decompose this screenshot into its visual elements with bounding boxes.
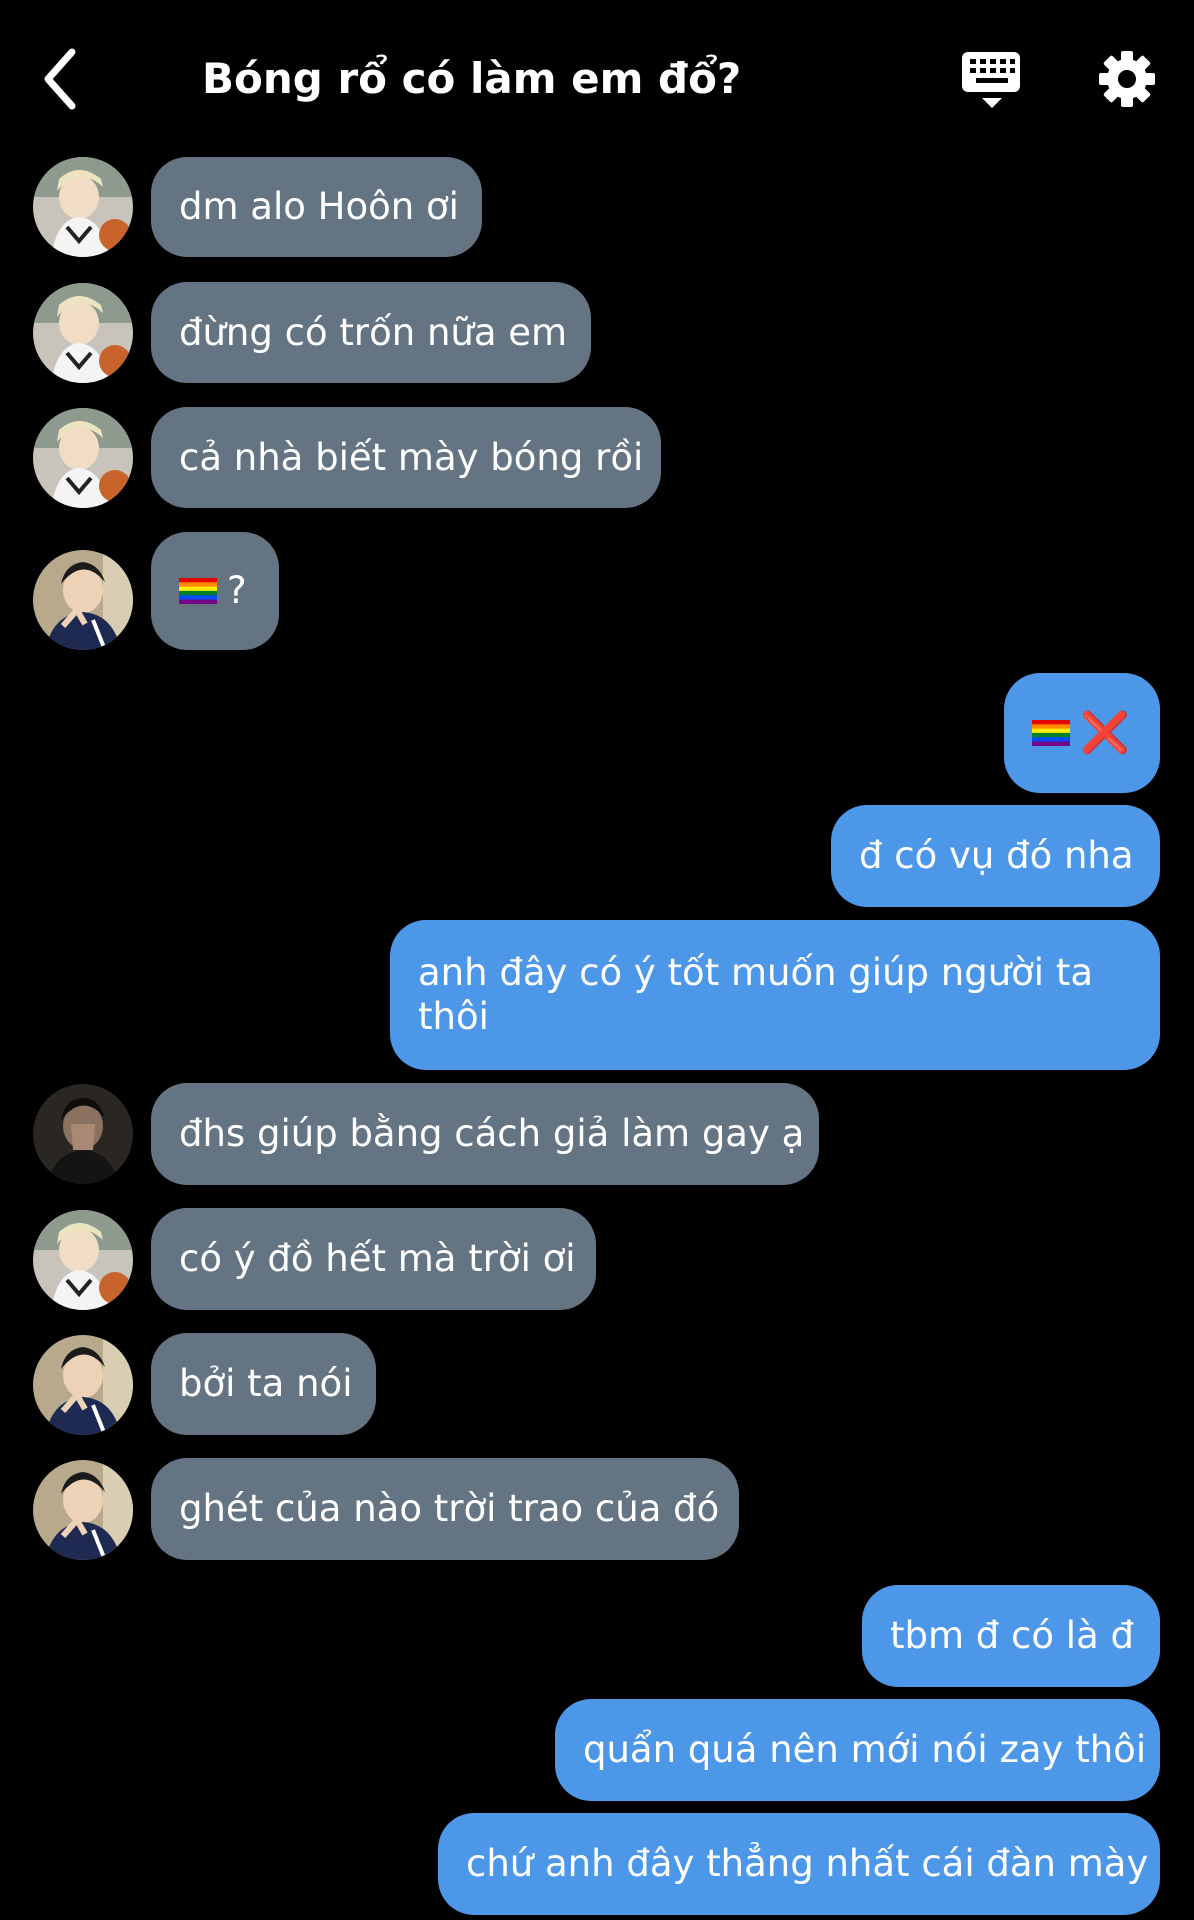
message-bubble-incoming[interactable]: cả nhà biết mày bóng rồi [151, 407, 661, 508]
message-text: ghét của nào trời trao của đó [179, 1487, 720, 1530]
avatar-dark-hair-boy-image [33, 1460, 133, 1560]
message-text: đ có vụ đó nha [859, 834, 1134, 877]
keyboard-icon [962, 52, 1020, 108]
avatar-dark-boy-image [33, 1084, 133, 1184]
page-title: Bóng rổ có làm em đổ? [202, 54, 742, 103]
avatar-blond-boy-image [33, 283, 133, 383]
message-bubble-incoming[interactable]: đhs giúp bằng cách giả làm gay ạ [151, 1083, 819, 1185]
message-bubble-outgoing[interactable]: tbm đ có là đ [862, 1585, 1160, 1687]
message-bubble-outgoing[interactable]: ❌ [1004, 673, 1160, 793]
gear-icon [1099, 51, 1155, 107]
message-bubble-incoming[interactable]: bởi ta nói [151, 1333, 376, 1435]
keyboard-toggle-button[interactable] [960, 48, 1024, 112]
avatar-dark-hair-boy-image [33, 550, 133, 650]
message-text: tbm đ có là đ [890, 1614, 1134, 1657]
message-text: dm alo Hoôn ơi [179, 185, 459, 228]
message-text: đhs giúp bằng cách giả làm gay ạ [179, 1112, 805, 1155]
message-text: chứ anh đây thẳng nhất cái đàn mày [466, 1842, 1149, 1885]
message-text: có ý đồ hết mà trời ơi [179, 1237, 576, 1280]
chevron-left-icon [44, 48, 76, 110]
avatar[interactable] [33, 1210, 133, 1310]
avatar[interactable] [33, 157, 133, 257]
message-bubble-outgoing[interactable]: anh đây có ý tốt muốn giúp người ta thôi [390, 920, 1160, 1070]
message-bubble-outgoing[interactable]: đ có vụ đó nha [831, 805, 1160, 907]
avatar[interactable] [33, 1460, 133, 1560]
message-bubble-outgoing[interactable]: quẩn quá nên mới nói zay thôi [555, 1699, 1160, 1801]
settings-button[interactable] [1098, 50, 1156, 108]
message-bubble-incoming[interactable]: có ý đồ hết mà trời ơi [151, 1208, 596, 1310]
avatar[interactable] [33, 1335, 133, 1435]
rainbow-flag-icon [179, 578, 217, 604]
avatar-dark-hair-boy-image [33, 1335, 133, 1435]
message-text: anh đây có ý tốt muốn giúp người ta thôi [418, 951, 1094, 1038]
message-text: đừng có trốn nữa em [179, 310, 568, 354]
cross-mark-emoji: ❌ [1080, 710, 1130, 756]
message-text: ? [227, 569, 247, 612]
message-text: quẩn quá nên mới nói zay thôi [583, 1728, 1147, 1771]
avatar[interactable] [33, 283, 133, 383]
avatar-blond-boy-image [33, 157, 133, 257]
avatar-blond-boy-image [33, 1210, 133, 1310]
avatar-blond-boy-image [33, 408, 133, 508]
message-bubble-outgoing[interactable]: chứ anh đây thẳng nhất cái đàn mày [438, 1813, 1160, 1915]
avatar[interactable] [33, 408, 133, 508]
message-text: cả nhà biết mày bóng rồi [179, 435, 644, 479]
back-button[interactable] [38, 44, 88, 114]
chat-header: Bóng rổ có làm em đổ? [0, 0, 1194, 150]
message-bubble-incoming[interactable]: dm alo Hoôn ơi [151, 157, 482, 257]
message-bubble-incoming[interactable]: đừng có trốn nữa em [151, 282, 591, 383]
message-bubble-incoming[interactable]: ghét của nào trời trao của đó [151, 1458, 739, 1560]
message-bubble-incoming[interactable]: ? [151, 532, 279, 650]
avatar[interactable] [33, 1084, 133, 1184]
rainbow-flag-icon [1032, 720, 1070, 746]
avatar[interactable] [33, 550, 133, 650]
message-text: bởi ta nói [179, 1362, 353, 1405]
